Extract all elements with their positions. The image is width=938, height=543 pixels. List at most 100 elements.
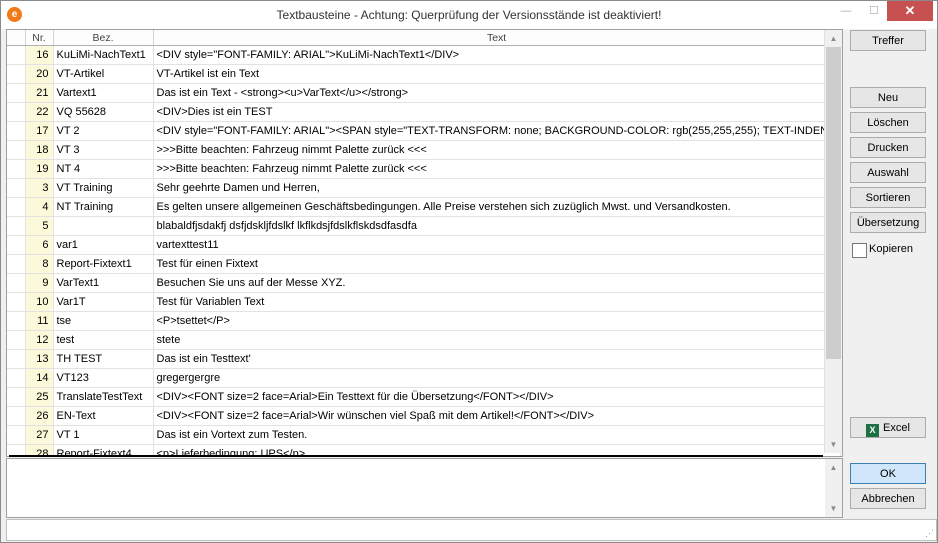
ok-button[interactable]: OK [850, 463, 926, 484]
panel-splitter[interactable] [9, 455, 823, 457]
excel-button[interactable]: X Excel [850, 417, 926, 438]
cell-text[interactable]: <DIV style="FONT-FAMILY: ARIAL"><SPAN st… [153, 121, 841, 141]
row-selector[interactable] [7, 235, 26, 255]
sortieren-button[interactable]: Sortieren [850, 187, 926, 208]
row-selector[interactable] [7, 159, 26, 179]
cell-bez[interactable]: VT 3 [53, 140, 154, 160]
close-button[interactable]: ✕ [887, 1, 933, 21]
cell-text[interactable]: Test für einen Fixtext [153, 254, 841, 274]
row-selector[interactable] [7, 216, 26, 236]
cell-nr[interactable]: 5 [25, 216, 54, 236]
uebersetzung-button[interactable]: Übersetzung [850, 212, 926, 233]
row-selector[interactable] [7, 45, 26, 65]
cell-nr[interactable]: 17 [25, 121, 54, 141]
row-selector[interactable] [7, 292, 26, 312]
cell-bez[interactable]: tse [53, 311, 154, 331]
table-row[interactable]: 21 Vartext1 Das ist ein Text - <strong><u>… [7, 83, 841, 103]
cell-bez[interactable]: VarText1 [53, 273, 154, 293]
row-selector[interactable] [7, 121, 26, 141]
scroll-up-icon[interactable]: ▲ [825, 30, 842, 47]
row-selector[interactable] [7, 349, 26, 369]
table-row[interactable]: 26 EN-Text <DIV><FONT size=2 face=Arial>Wi… [7, 406, 841, 426]
table-row[interactable]: 20 VT-Artikel VT-Artikel ist ein Text [7, 64, 841, 84]
detail-scroll-up-icon[interactable]: ▲ [825, 459, 842, 476]
cell-nr[interactable]: 22 [25, 102, 54, 122]
cell-bez[interactable]: Report-Fixtext1 [53, 254, 154, 274]
row-selector[interactable] [7, 425, 26, 445]
row-selector[interactable] [7, 311, 26, 331]
row-selector[interactable] [7, 387, 26, 407]
cell-bez[interactable]: VT-Artikel [53, 64, 154, 84]
column-header-bez[interactable]: Bez. [53, 30, 154, 46]
cell-nr[interactable]: 6 [25, 235, 54, 255]
table-row[interactable]: 16 KuLiMi-NachText1 <DIV style="FONT-FAMIL… [7, 45, 841, 65]
cell-bez[interactable]: Vartext1 [53, 83, 154, 103]
cell-text[interactable]: gregergergre [153, 368, 841, 388]
table-row[interactable]: 4 NT Training Es gelten unsere allgemeinen… [7, 197, 841, 217]
table-row[interactable]: 18 VT 3 >>>Bitte beachten: Fahrzeug nimmt … [7, 140, 841, 160]
cell-text[interactable]: Das ist ein Vortext zum Testen. [153, 425, 841, 445]
cell-nr[interactable]: 19 [25, 159, 54, 179]
cell-text[interactable]: Besuchen Sie uns auf der Messe XYZ. [153, 273, 841, 293]
grid-vertical-scrollbar[interactable]: ▲ ▼ [824, 30, 842, 453]
table-row[interactable]: 6 var1 vartexttest11 [7, 235, 841, 255]
cell-text[interactable]: >>>Bitte beachten: Fahrzeug nimmt Palett… [153, 140, 841, 160]
table-row[interactable]: 3 VT Training Sehr geehrte Damen und Herre… [7, 178, 841, 198]
cell-text[interactable]: <DIV><FONT size=2 face=Arial>Wir wünsche… [153, 406, 841, 426]
row-selector[interactable] [7, 197, 26, 217]
table-row[interactable]: 5 blabaldfjsdakfj dsfjdskljfdslkf lkflkds… [7, 216, 841, 236]
cell-bez[interactable]: KuLiMi-NachText1 [53, 45, 154, 65]
row-selector[interactable] [7, 254, 26, 274]
table-row[interactable]: 27 VT 1 Das ist ein Vortext zum Testen. [7, 425, 841, 445]
cell-bez[interactable]: VQ 55628 [53, 102, 154, 122]
drucken-button[interactable]: Drucken [850, 137, 926, 158]
cell-text[interactable]: VT-Artikel ist ein Text [153, 64, 841, 84]
table-row[interactable]: 25 TranslateTestText <DIV><FONT size=2 fac… [7, 387, 841, 407]
cell-text[interactable]: blabaldfjsdakfj dsfjdskljfdslkf lkflkdsj… [153, 216, 841, 236]
cell-text[interactable]: Das ist ein Text - <strong><u>VarText</u… [153, 83, 841, 103]
cell-nr[interactable]: 8 [25, 254, 54, 274]
cell-bez[interactable]: EN-Text [53, 406, 154, 426]
row-selector[interactable] [7, 406, 26, 426]
loeschen-button[interactable]: Löschen [850, 112, 926, 133]
row-selector[interactable] [7, 140, 26, 160]
cell-nr[interactable]: 9 [25, 273, 54, 293]
table-row[interactable]: 8 Report-Fixtext1 Test für einen Fixtext [7, 254, 841, 274]
cell-nr[interactable]: 27 [25, 425, 54, 445]
scroll-down-icon[interactable]: ▼ [825, 436, 842, 453]
cell-bez[interactable]: NT 4 [53, 159, 154, 179]
detail-scroll-down-icon[interactable]: ▼ [825, 500, 842, 517]
table-row[interactable]: 13 TH TEST Das ist ein Testtext' [7, 349, 841, 369]
detail-scrollbar[interactable]: ▲ ▼ [825, 459, 842, 517]
cell-nr[interactable]: 21 [25, 83, 54, 103]
cell-text[interactable]: Sehr geehrte Damen und Herren, [153, 178, 841, 198]
row-selector[interactable] [7, 102, 26, 122]
kopieren-label[interactable]: Kopieren [869, 243, 913, 255]
cell-nr[interactable]: 18 [25, 140, 54, 160]
abbrechen-button[interactable]: Abbrechen [850, 488, 926, 509]
cell-bez[interactable]: TranslateTestText [53, 387, 154, 407]
column-header-text[interactable]: Text [153, 30, 841, 46]
table-row[interactable]: 10 Var1T Test für Variablen Text [7, 292, 841, 312]
table-row[interactable]: 9 VarText1 Besuchen Sie uns auf der Messe … [7, 273, 841, 293]
cell-bez[interactable] [53, 216, 154, 236]
table-row[interactable]: 11 tse <P>tsettet</P> [7, 311, 841, 331]
maximize-button[interactable]: ☐ [861, 1, 887, 21]
cell-text[interactable]: <P>tsettet</P> [153, 311, 841, 331]
cell-text[interactable]: >>>Bitte beachten: Fahrzeug nimmt Palett… [153, 159, 841, 179]
kopieren-checkbox[interactable] [852, 243, 867, 258]
cell-nr[interactable]: 11 [25, 311, 54, 331]
cell-nr[interactable]: 26 [25, 406, 54, 426]
cell-nr[interactable]: 25 [25, 387, 54, 407]
row-selector[interactable] [7, 178, 26, 198]
minimize-button[interactable]: — [833, 1, 859, 21]
cell-bez[interactable]: var1 [53, 235, 154, 255]
cell-bez[interactable]: VT123 [53, 368, 154, 388]
cell-nr[interactable]: 3 [25, 178, 54, 198]
cell-text[interactable]: Das ist ein Testtext' [153, 349, 841, 369]
table-row[interactable]: 14 VT123 gregergergre [7, 368, 841, 388]
resize-grip-icon[interactable]: ⋰ [925, 528, 934, 539]
detail-text-area[interactable]: ▲ ▼ [6, 458, 843, 518]
cell-bez[interactable]: VT 2 [53, 121, 154, 141]
table-row[interactable]: 17 VT 2 <DIV style="FONT-FAMILY: ARIAL"><S… [7, 121, 841, 141]
